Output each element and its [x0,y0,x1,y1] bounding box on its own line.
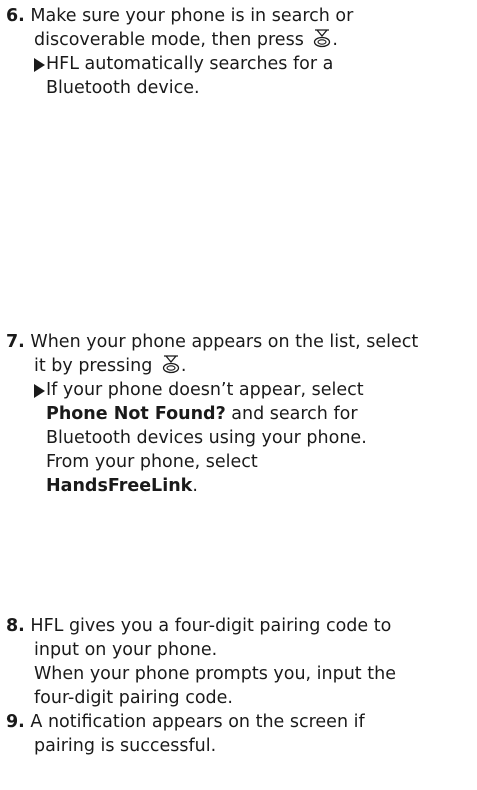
step-7-line-2: it by pressing . [34,355,187,376]
step-8-line-2: input on your phone. [34,640,218,660]
step-8-number: 8. [6,616,25,636]
step-7-result: If your phone doesn’t appear, select Pho… [6,378,472,498]
step-7-line-1: 7. When your phone appears on the list, … [6,332,419,352]
step-7-result-line-2: Phone Not Found? and search for [46,404,358,424]
phone-not-found-option: Phone Not Found? [46,404,226,424]
step-8-line-4: four-digit pairing code. [34,688,233,708]
step-7-result-line-1: If your phone doesn’t appear, select [46,380,364,400]
right-triangle-arrow-icon [34,58,45,72]
step-7-number: 7. [6,332,25,352]
right-triangle-arrow-icon [34,384,45,398]
step-9: 9. A notification appears on the screen … [6,710,472,758]
step-6-result-line-2: Bluetooth device. [46,78,200,98]
step-6-number: 6. [6,6,25,26]
step-7-result-line-4: From your phone, select [46,452,258,472]
step-8-line-3: When your phone prompts you, input the [34,664,396,684]
interface-dial-press-icon [162,355,180,374]
interface-dial-press-icon [314,29,331,48]
step-7-result-line-3: Bluetooth devices using your phone. [46,428,367,448]
step-6-result: HFL automatically searches for a Bluetoo… [6,52,472,100]
step-9-line-2: pairing is successful. [34,736,217,756]
step-9-line-1: 9. A notification appears on the screen … [6,712,365,732]
step-7: 7. When your phone appears on the list, … [6,330,472,498]
step-8-line-1: 8. HFL gives you a four-digit pairing co… [6,616,392,636]
step-6-result-line-1: HFL automatically searches for a [46,54,334,74]
step-6-line-1: 6. Make sure your phone is in search or [6,6,354,26]
step-9-number: 9. [6,712,25,732]
step-6-line-2: discoverable mode, then press . [34,29,338,50]
step-7-result-line-5: HandsFreeLink. [46,476,198,496]
handsfreelink-option: HandsFreeLink [46,476,193,496]
step-8: 8. HFL gives you a four-digit pairing co… [6,614,472,710]
step-6: 6. Make sure your phone is in search or … [6,4,472,100]
